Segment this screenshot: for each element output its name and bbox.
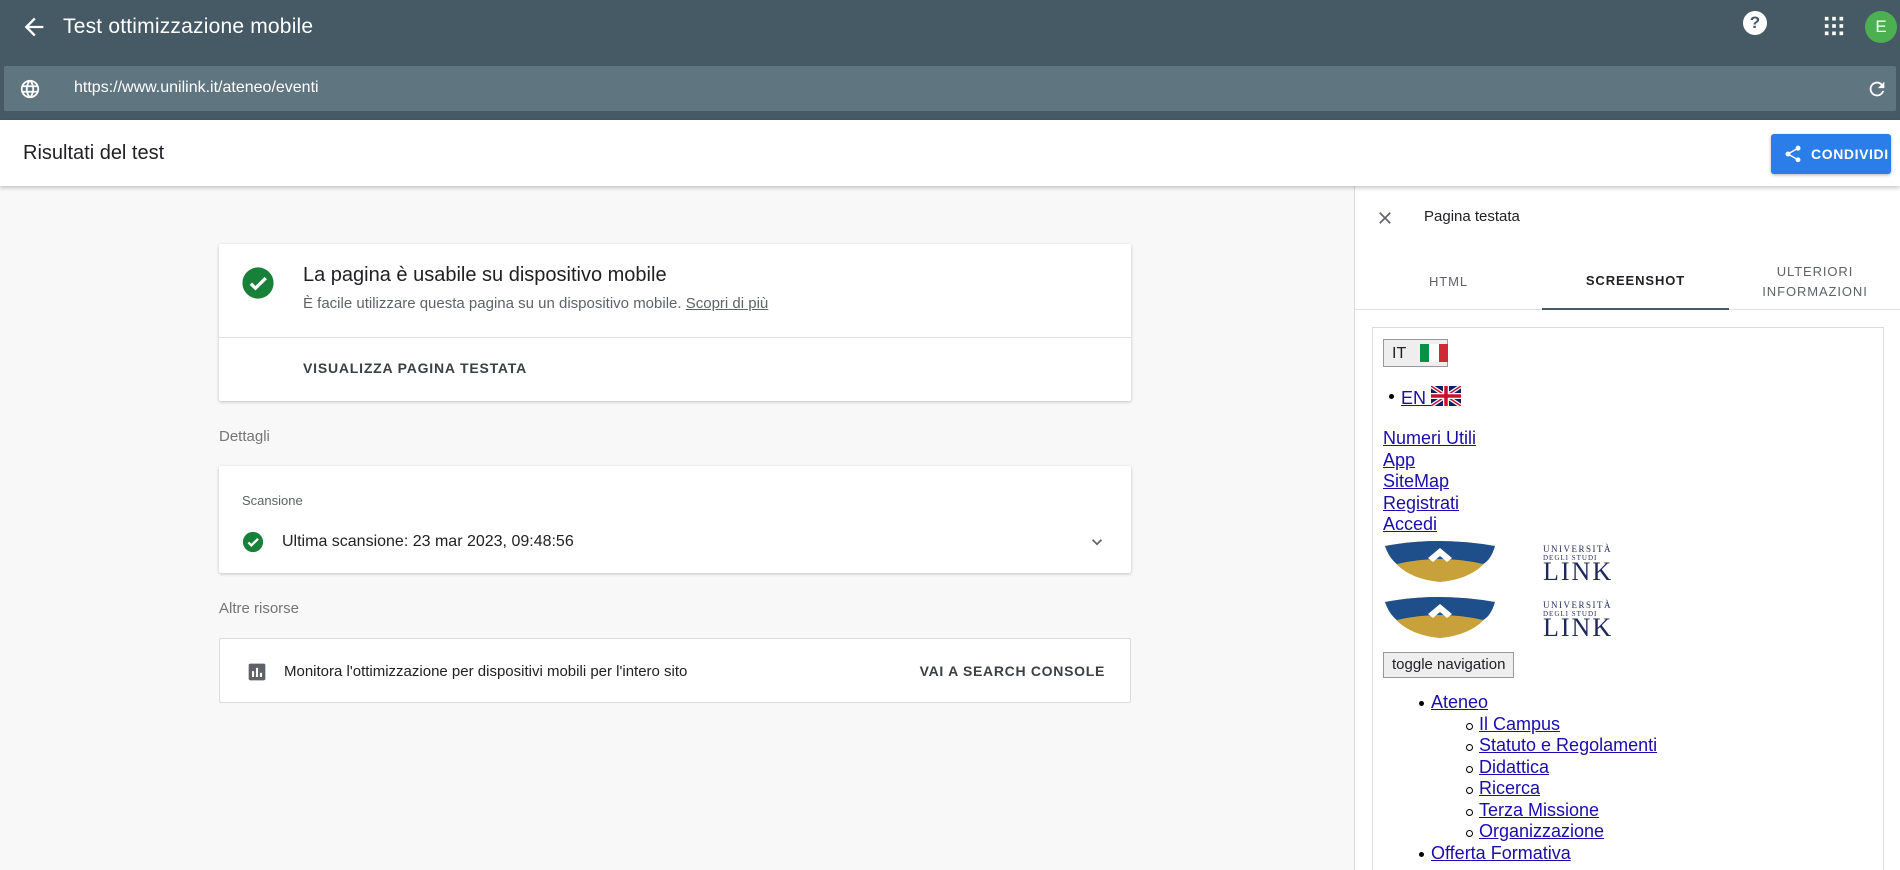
- link-numeri-utili: Numeri Utili: [1383, 428, 1477, 448]
- resource-text: Monitora l'ottimizzazione per dispositiv…: [284, 663, 688, 680]
- learn-more-link[interactable]: Scopri di più: [686, 295, 769, 312]
- refresh-icon[interactable]: [1866, 78, 1888, 100]
- close-icon[interactable]: [1375, 208, 1395, 228]
- nav-sub-link: Il Campus: [1479, 713, 1561, 734]
- panel-tabs: HTML SCREENSHOT ULTERIORI INFORMAZIONI: [1355, 254, 1900, 310]
- nav-sub-link: Didattica: [1479, 756, 1550, 777]
- app-title: Test ottimizzazione mobile: [63, 15, 314, 38]
- panel-title: Pagina testata: [1424, 208, 1520, 225]
- tab-html[interactable]: HTML: [1355, 254, 1542, 310]
- url-field[interactable]: https://www.unilink.it/ateneo/eventi: [4, 66, 1896, 111]
- arrow-back-icon[interactable]: [20, 13, 48, 41]
- list-item: Organizzazione: [1465, 821, 1657, 843]
- scan-card[interactable]: Scansione Ultima scansione: 23 mar 2023,…: [219, 466, 1131, 573]
- nav-sub-link: Terza Missione: [1479, 799, 1600, 820]
- link-sitemap: SiteMap: [1383, 471, 1450, 491]
- link-accedi: Accedi: [1383, 514, 1438, 534]
- svg-text:LINK: LINK: [1543, 613, 1613, 640]
- page-title: Risultati del test: [23, 142, 165, 164]
- other-resources-heading: Altre risorse: [219, 600, 300, 617]
- italy-flag-icon: [1420, 344, 1448, 362]
- check-circle-icon: [242, 267, 274, 299]
- help-icon[interactable]: ?: [1743, 11, 1767, 35]
- avatar[interactable]: E: [1865, 11, 1897, 43]
- link-app: App: [1383, 449, 1416, 470]
- list-item: Il Campus: [1465, 713, 1657, 736]
- bullet: [1389, 394, 1394, 399]
- url-text[interactable]: https://www.unilink.it/ateneo/eventi: [74, 79, 319, 97]
- result-card: La pagina è usabile su dispositivo mobil…: [219, 244, 1131, 401]
- university-logo: UNIVERSITÀ DEGLI STUDI LINK: [1385, 541, 1613, 584]
- tab-screenshot[interactable]: SCREENSHOT: [1542, 254, 1729, 310]
- nav-sub-link: Ricerca: [1479, 778, 1541, 798]
- result-subtext: È facile utilizzare questa pagina su un …: [303, 295, 768, 312]
- nav-sub-link: Organizzazione: [1479, 821, 1605, 841]
- language-button-it: IT: [1383, 339, 1448, 367]
- details-heading: Dettagli: [219, 428, 270, 445]
- university-logo: UNIVERSITÀ DEGLI STUDI LINK: [1385, 597, 1613, 640]
- share-label: CONDIVIDI: [1811, 146, 1889, 162]
- utility-links: Numeri Utili App SiteMap Registrati Acce…: [1383, 428, 1476, 536]
- tab-more-info[interactable]: ULTERIORI INFORMAZIONI: [1729, 254, 1900, 310]
- search-console-link[interactable]: VAI A SEARCH CONSOLE: [920, 663, 1105, 679]
- uk-flag-icon: [1431, 386, 1462, 406]
- link-registrati: Registrati: [1383, 492, 1460, 513]
- svg-text:LINK: LINK: [1543, 557, 1613, 584]
- resource-card: Monitora l'ottimizzazione per dispositiv…: [219, 638, 1131, 703]
- divider: [219, 337, 1131, 338]
- apps-grid-icon[interactable]: [1823, 15, 1845, 37]
- svg-text:UNIVERSITÀ: UNIVERSITÀ: [1543, 544, 1612, 554]
- share-icon: [1785, 145, 1801, 163]
- chevron-down-icon[interactable]: [1087, 532, 1107, 552]
- result-description: È facile utilizzare questa pagina su un …: [303, 295, 682, 312]
- lang-en-item: EN: [1389, 386, 1462, 409]
- nav-sub-link: Statuto e Regolamenti: [1479, 735, 1658, 755]
- nav-ateneo: Ateneo: [1431, 692, 1489, 712]
- tested-page-panel: Pagina testata HTML SCREENSHOT ULTERIORI…: [1354, 186, 1900, 870]
- lang-en-link: EN: [1401, 388, 1427, 408]
- app-bar: Test ottimizzazione mobile ? E: [0, 0, 1900, 55]
- list-item: Ateneo: [1418, 692, 1657, 714]
- subnav: Il Campus Statuto e Regolamenti Didattic…: [1431, 714, 1657, 843]
- list-item: Ricerca: [1465, 778, 1657, 800]
- list-item: Terza Missione: [1465, 799, 1657, 822]
- share-button[interactable]: CONDIVIDI: [1771, 134, 1891, 174]
- toggle-navigation-button: toggle navigation: [1383, 652, 1515, 678]
- page-screenshot: IT EN Numeri Utili App SiteMap Registrat…: [1372, 327, 1884, 870]
- url-bar: https://www.unilink.it/ateneo/eventi: [0, 55, 1900, 120]
- result-headline: La pagina è usabile su dispositivo mobil…: [303, 264, 667, 286]
- check-circle-icon: [242, 531, 264, 553]
- svg-text:UNIVERSITÀ: UNIVERSITÀ: [1543, 600, 1612, 610]
- list-item: Statuto e Regolamenti: [1465, 735, 1658, 757]
- globe-icon: [20, 79, 40, 99]
- list-item: Didattica: [1465, 756, 1657, 779]
- site-navigation: Ateneo Il Campus Statuto e Regolamenti D…: [1418, 692, 1657, 865]
- bar-chart-icon: [248, 663, 266, 681]
- lang-it-label: IT: [1392, 345, 1407, 362]
- view-tested-page-button[interactable]: VISUALIZZA PAGINA TESTATA: [303, 360, 527, 376]
- scan-label: Scansione: [242, 493, 303, 508]
- list-item: Offerta Formativa: [1418, 842, 1657, 865]
- results-header: Risultati del test CONDIVIDI: [0, 120, 1900, 186]
- scan-value: Ultima scansione: 23 mar 2023, 09:48:56: [282, 533, 574, 550]
- nav-offerta-formativa: Offerta Formativa: [1431, 842, 1571, 863]
